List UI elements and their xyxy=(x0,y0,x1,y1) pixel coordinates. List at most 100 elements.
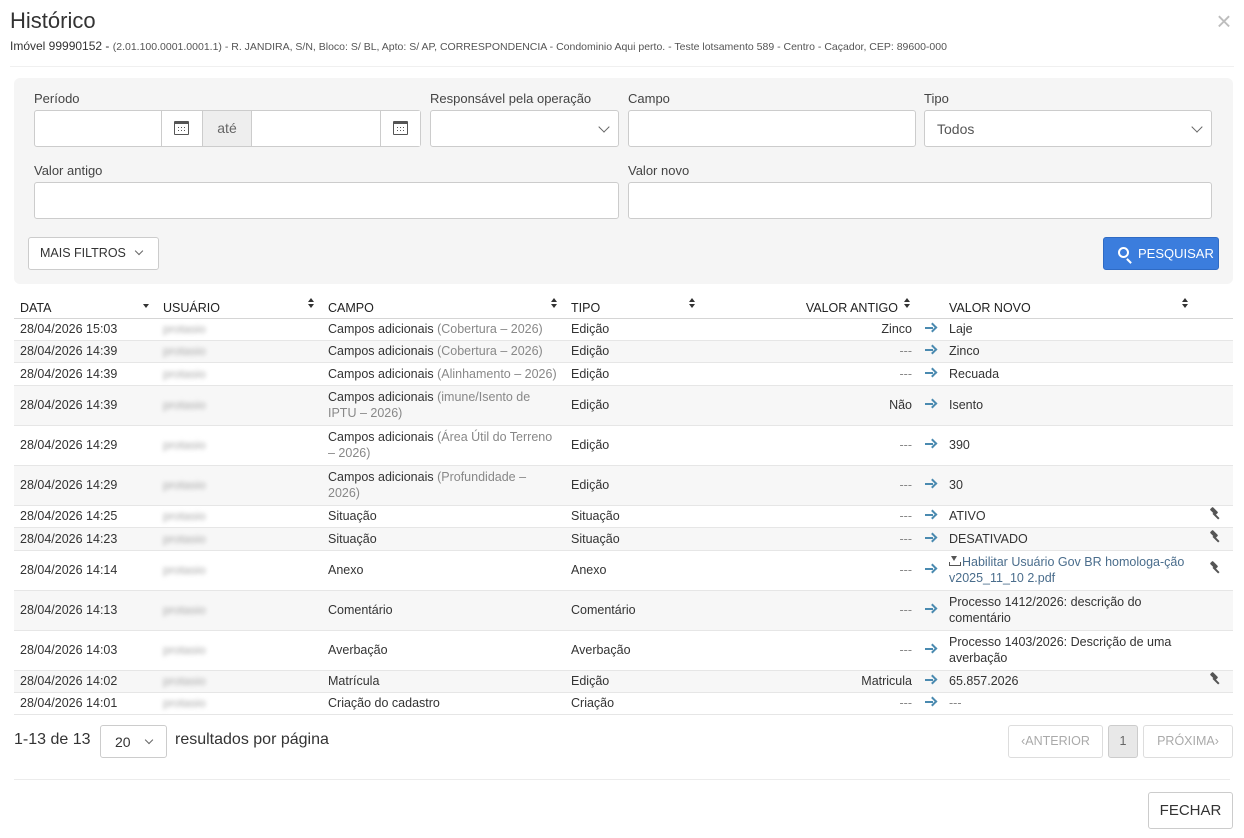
valor-antigo: --- xyxy=(899,531,913,546)
gavel-icon[interactable] xyxy=(1209,531,1221,543)
cell-actions xyxy=(1196,527,1233,551)
cell-actions xyxy=(1196,630,1233,671)
valor-novo: Habilitar Usuário Gov BR homologa-ção v2… xyxy=(949,555,1185,585)
arrow-right-icon xyxy=(924,644,937,654)
valor-novo: Zinco xyxy=(949,344,980,358)
cell-valor-antigo: Zinco xyxy=(665,318,918,341)
close-icon[interactable]: × xyxy=(1211,8,1237,34)
cell-data: 28/04/2026 14:03 xyxy=(14,630,157,671)
cell-valor-novo: Processo 1412/2026: descrição do comentá… xyxy=(943,590,1196,631)
cell-valor-novo: ATIVO xyxy=(943,505,1196,528)
cell-tipo: Edição xyxy=(565,318,665,341)
cell-data: 28/04/2026 14:39 xyxy=(14,340,157,363)
usuario-name: protasio xyxy=(163,696,206,710)
col-valor-novo-label: VALOR NOVO xyxy=(949,300,1031,315)
col-tipo-label: TIPO xyxy=(571,300,601,315)
cell-actions xyxy=(1196,590,1233,631)
gavel-icon[interactable] xyxy=(1209,673,1221,685)
campo-name: Campos adicionais xyxy=(328,390,434,404)
cell-usuario: protasio xyxy=(157,505,322,528)
proxima-button[interactable]: PRÓXIMA› xyxy=(1143,725,1233,758)
calendar-to-button[interactable] xyxy=(380,111,420,146)
cell-arrow xyxy=(918,425,943,466)
per-page-label: resultados por página xyxy=(175,731,329,748)
mais-filtros-button[interactable]: MAIS FILTROS xyxy=(28,237,159,270)
cell-campo: Criação do cadastro xyxy=(322,692,565,715)
col-data[interactable]: DATA xyxy=(14,294,157,319)
anterior-button[interactable]: ‹ANTERIOR xyxy=(1008,725,1103,758)
valor-antigo: --- xyxy=(899,478,913,492)
cell-valor-antigo: --- xyxy=(665,590,918,631)
col-usuario[interactable]: USUÁRIO xyxy=(157,294,322,319)
campo-name: Matrícula xyxy=(328,674,380,688)
table-row: 28/04/2026 15:03 protasio Campos adicionai… xyxy=(14,318,1233,341)
cell-tipo: Edição xyxy=(565,465,665,506)
cell-usuario: protasio xyxy=(157,425,322,466)
cell-campo: Situação xyxy=(322,505,565,528)
table-row: 28/04/2026 14:13 protasio Comentário Coment… xyxy=(14,590,1233,631)
per-page-select[interactable]: 20 xyxy=(100,725,167,758)
fechar-button[interactable]: FECHAR xyxy=(1148,792,1233,829)
cell-valor-novo: --- xyxy=(943,692,1196,715)
valor-novo: DESATIVADO xyxy=(949,531,1028,546)
valor-antigo: Zinco xyxy=(881,322,912,336)
cell-arrow xyxy=(918,590,943,631)
table-row: 28/04/2026 14:25 protasio Situação Situação… xyxy=(14,505,1233,528)
valor-novo: Recuada xyxy=(949,366,1000,381)
cell-valor-antigo: --- xyxy=(665,505,918,528)
gavel-icon[interactable] xyxy=(1209,562,1221,574)
col-campo[interactable]: CAMPO xyxy=(322,294,565,319)
cell-usuario: protasio xyxy=(157,550,322,591)
cell-arrow xyxy=(918,527,943,551)
cell-valor-novo: Zinco xyxy=(943,340,1196,363)
sort-icon xyxy=(1182,298,1190,310)
campo-name: Situação xyxy=(328,531,377,546)
table-row: 28/04/2026 14:01 protasio Criação do cadas… xyxy=(14,692,1233,715)
tipo-label: Tipo xyxy=(924,91,949,106)
valor-novo: 390 xyxy=(949,438,970,452)
arrow-right-icon xyxy=(924,533,937,543)
cell-usuario: protasio xyxy=(157,385,322,426)
cell-campo: Campos adicionais (Área Útil do Terreno … xyxy=(322,425,565,466)
gavel-icon[interactable] xyxy=(1209,508,1221,520)
valor-novo: Laje xyxy=(949,322,973,336)
cell-data: 28/04/2026 14:25 xyxy=(14,505,157,528)
mais-filtros-label: MAIS FILTROS xyxy=(40,246,126,260)
valor-novo: Processo 1412/2026: descrição do comentá… xyxy=(949,595,1142,625)
calendar-from-button[interactable] xyxy=(161,111,201,146)
cell-usuario: protasio xyxy=(157,318,322,341)
valor-antigo-label: Valor antigo xyxy=(34,163,103,178)
table-body: 28/04/2026 15:03 protasio Campos adicionai… xyxy=(14,318,1233,715)
arrow-right-icon xyxy=(924,368,937,378)
campo-name: Criação do cadastro xyxy=(328,696,440,710)
campo-input[interactable] xyxy=(628,110,916,147)
cell-data: 28/04/2026 14:39 xyxy=(14,362,157,386)
usuario-name: protasio xyxy=(163,322,206,336)
col-valor-novo[interactable]: VALOR NOVO xyxy=(943,294,1196,319)
arrow-right-icon xyxy=(924,323,937,333)
col-tipo[interactable]: TIPO xyxy=(565,294,695,319)
tipo-select[interactable]: Todos xyxy=(924,110,1212,147)
valor-novo-input[interactable] xyxy=(628,182,1212,219)
cell-campo: Campos adicionais (Alinhamento – 2026) xyxy=(322,362,565,386)
cell-actions xyxy=(1196,692,1233,715)
cell-campo: Situação xyxy=(322,527,565,551)
col-usuario-label: USUÁRIO xyxy=(163,300,220,315)
anexo-link[interactable]: Habilitar Usuário Gov BR homologa-ção v2… xyxy=(949,555,1184,585)
responsavel-select[interactable] xyxy=(430,110,619,147)
download-icon xyxy=(949,556,961,566)
cell-actions xyxy=(1196,550,1233,591)
arrow-right-icon xyxy=(924,564,937,574)
valor-antigo-input[interactable] xyxy=(34,182,619,219)
pesquisar-button[interactable]: PESQUISAR xyxy=(1103,237,1219,270)
usuario-name: protasio xyxy=(163,366,206,381)
arrow-right-icon xyxy=(924,604,937,614)
cell-campo: Campos adicionais (Cobertura – 2026) xyxy=(322,340,565,363)
page-1-button[interactable]: 1 xyxy=(1108,725,1138,758)
cell-tipo: Criação xyxy=(565,692,665,715)
chevron-down-icon xyxy=(134,246,144,256)
cell-arrow xyxy=(918,670,943,693)
cell-tipo: Comentário xyxy=(565,590,665,631)
col-valor-antigo[interactable]: VALOR ANTIGO xyxy=(665,294,918,319)
cell-valor-novo: Isento xyxy=(943,385,1196,426)
